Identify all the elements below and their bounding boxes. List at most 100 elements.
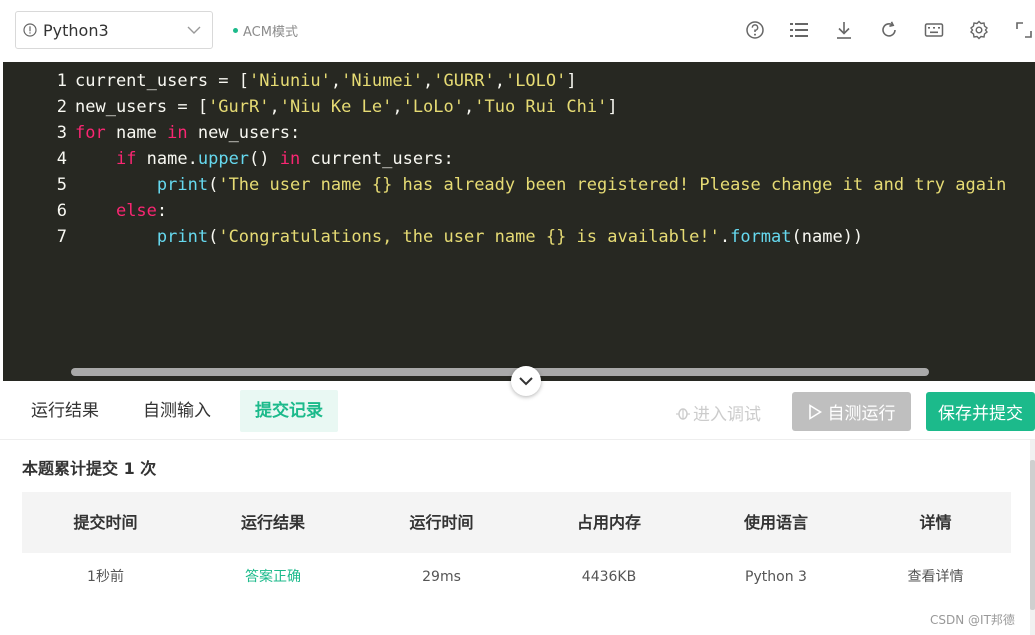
code-token: () bbox=[249, 149, 280, 169]
code-token: ] bbox=[566, 71, 577, 91]
code-token: ( bbox=[208, 175, 219, 195]
submission-table: 提交时间 运行结果 运行时间 占用内存 使用语言 详情 1秒前 答案正确 29m… bbox=[22, 492, 1011, 601]
code-line[interactable]: 2 new_users = ['GurR','Niu Ke Le','LoLo',… bbox=[3, 94, 1006, 120]
header-submit-time: 提交时间 bbox=[73, 513, 138, 532]
cell-result: 答案正确 bbox=[245, 569, 301, 585]
mode-text: ACM模式 bbox=[243, 25, 298, 40]
play-icon bbox=[808, 403, 822, 420]
header-result: 运行结果 bbox=[240, 513, 305, 532]
submission-panel: 本题累计提交 1 次 提交时间 运行结果 运行时间 占用内存 使用语言 详情 1… bbox=[0, 440, 1035, 635]
mode-label: ACM模式 bbox=[233, 21, 298, 40]
info-icon bbox=[23, 23, 37, 37]
code-token: format bbox=[730, 227, 792, 247]
code-line[interactable]: 5 print('The user name {} has already be… bbox=[3, 172, 1007, 198]
submission-summary: 本题累计提交 1 次 bbox=[22, 459, 157, 478]
chevron-down-icon bbox=[519, 377, 533, 386]
gear-icon[interactable] bbox=[969, 20, 989, 40]
code-token: 'Congratulations, the user name {} is av… bbox=[218, 227, 720, 247]
code-token: ] bbox=[607, 97, 618, 117]
code-token: 'The user name {} has already been regis… bbox=[218, 175, 1007, 195]
code-token: 'Tuo Rui Chi' bbox=[474, 97, 608, 117]
code-line[interactable]: 6 else: bbox=[3, 198, 1006, 224]
code-line[interactable]: 7 print('Congratulations, the user name … bbox=[3, 224, 1006, 250]
cell-memory: 4436KB bbox=[581, 569, 637, 585]
line-number: 2 bbox=[56, 97, 67, 117]
code-token: 'GURR' bbox=[433, 71, 495, 91]
code-token: upper bbox=[197, 149, 250, 169]
code-token: name bbox=[105, 123, 168, 143]
chevron-down-icon bbox=[187, 26, 201, 34]
cell-runtime: 29ms bbox=[422, 569, 461, 585]
cell-submit-time: 1秒前 bbox=[87, 569, 124, 585]
language-select[interactable]: Python3 bbox=[15, 11, 213, 49]
code-token: current_users = [ bbox=[75, 71, 249, 91]
line-number: 4 bbox=[56, 149, 67, 169]
debug-label: 进入调试 bbox=[693, 405, 761, 425]
code-token: (name)) bbox=[791, 227, 864, 247]
run-label: 自测运行 bbox=[827, 404, 896, 424]
vertical-scrollbar[interactable] bbox=[1030, 440, 1035, 635]
tab-submission-record[interactable]: 提交记录 bbox=[240, 390, 338, 432]
tab-run-result[interactable]: 运行结果 bbox=[16, 390, 114, 432]
code-token: 'Niuniu' bbox=[249, 71, 331, 91]
language-value: Python3 bbox=[43, 21, 109, 40]
code-token: , bbox=[423, 71, 434, 91]
code-token: in bbox=[279, 149, 301, 169]
code-token: in bbox=[167, 123, 188, 143]
code-token: . bbox=[719, 227, 731, 247]
download-icon[interactable] bbox=[834, 20, 854, 40]
code-token: 'GurR' bbox=[208, 97, 270, 117]
self-test-run-button[interactable]: 自测运行 bbox=[792, 392, 911, 431]
cell-language: Python 3 bbox=[745, 569, 807, 585]
code-token: if bbox=[115, 149, 137, 169]
code-token: , bbox=[330, 71, 342, 91]
list-icon[interactable] bbox=[789, 20, 809, 40]
code-token: , bbox=[494, 71, 505, 91]
view-details-link[interactable]: 查看详情 bbox=[860, 553, 1011, 601]
collapse-editor-button[interactable] bbox=[511, 366, 541, 396]
code-token: : bbox=[156, 201, 168, 221]
refresh-icon[interactable] bbox=[879, 20, 899, 40]
code-token: new_users = [ bbox=[75, 97, 209, 117]
code-token: , bbox=[464, 97, 475, 117]
help-circle-icon[interactable] bbox=[745, 20, 765, 40]
horizontal-scrollbar[interactable] bbox=[71, 368, 929, 376]
line-number: 5 bbox=[56, 175, 67, 195]
table-header: 提交时间 运行结果 运行时间 占用内存 使用语言 详情 bbox=[22, 492, 1011, 553]
table-row: 1秒前 答案正确 29ms 4436KB Python 3 查看详情 bbox=[22, 553, 1011, 601]
fullscreen-icon[interactable] bbox=[1014, 20, 1034, 40]
code-token: print bbox=[156, 227, 209, 247]
code-token: print bbox=[156, 175, 209, 195]
code-line[interactable]: 1 current_users = ['Niuniu','Niumei','GUR… bbox=[3, 68, 1006, 94]
code-line[interactable]: 4 if name.upper() in current_users: bbox=[3, 146, 1006, 172]
vertical-scrollbar-thumb[interactable] bbox=[1030, 460, 1035, 610]
code-token: current_users: bbox=[300, 149, 454, 169]
code-token: for bbox=[75, 123, 106, 143]
code-token: new_users: bbox=[187, 123, 301, 143]
code-token: name. bbox=[136, 149, 198, 169]
line-number: 7 bbox=[56, 227, 67, 247]
keyboard-icon[interactable] bbox=[924, 20, 944, 40]
code-lines[interactable]: 1 current_users = ['Niuniu','Niumei','GUR… bbox=[3, 68, 1007, 250]
code-token: 'LOLO' bbox=[504, 71, 567, 91]
header-runtime: 运行时间 bbox=[409, 513, 474, 532]
code-token: , bbox=[269, 97, 280, 117]
code-token: else bbox=[115, 201, 157, 221]
line-number: 3 bbox=[56, 123, 67, 143]
top-toolbar: Python3 ACM模式 bbox=[0, 0, 1035, 62]
watermark: CSDN @IT邦德 bbox=[930, 613, 1015, 627]
bug-icon bbox=[676, 407, 690, 420]
code-line[interactable]: 3 for name in new_users: bbox=[3, 120, 1006, 146]
line-number: 1 bbox=[56, 71, 67, 91]
code-token: ( bbox=[208, 227, 219, 247]
tab-custom-input[interactable]: 自测输入 bbox=[128, 390, 226, 432]
code-editor[interactable]: 1 current_users = ['Niuniu','Niumei','GUR… bbox=[3, 62, 1035, 381]
code-token: , bbox=[392, 97, 403, 117]
header-details: 详情 bbox=[919, 513, 952, 532]
debug-button[interactable]: 进入调试 bbox=[675, 400, 761, 425]
save-and-submit-button[interactable]: 保存并提交 bbox=[926, 392, 1035, 431]
line-number: 6 bbox=[56, 201, 67, 221]
